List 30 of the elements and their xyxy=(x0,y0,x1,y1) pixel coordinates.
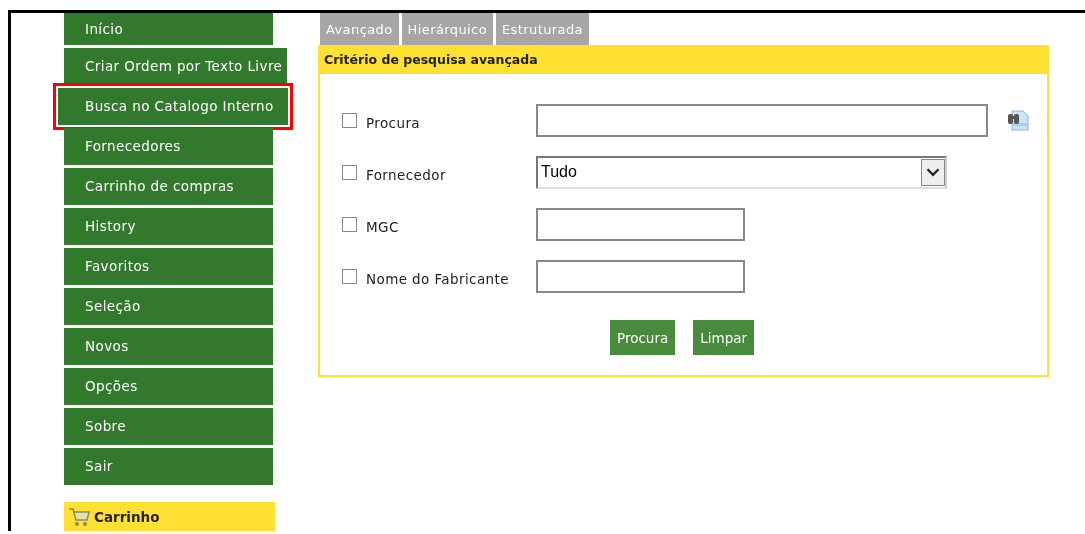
field-label: MGC xyxy=(366,218,400,235)
cart-title: Carrinho xyxy=(94,508,160,525)
sidebar-item[interactable]: Sair xyxy=(64,448,273,485)
sidebar-item[interactable]: History xyxy=(64,208,273,245)
sidebar-item[interactable]: Início xyxy=(64,13,273,45)
input-field[interactable] xyxy=(536,207,745,241)
sidebar-item[interactable]: Criar Ordem por Texto Livre xyxy=(64,48,287,85)
field-label: Nome do Fabricante xyxy=(366,270,510,287)
checkbox[interactable] xyxy=(342,216,357,232)
field-label: Procura xyxy=(366,114,422,131)
action-button[interactable]: Procura xyxy=(610,320,676,355)
supplier-dropdown[interactable]: Tudo xyxy=(536,155,947,189)
sidebar-item[interactable]: Novos xyxy=(64,328,273,365)
checkbox[interactable] xyxy=(342,112,357,128)
input-field[interactable] xyxy=(536,259,745,293)
panel-title: Critério de pesquisa avançada xyxy=(320,45,1047,74)
sidebar-item[interactable]: Sobre xyxy=(64,408,273,445)
sidebar-item[interactable]: Seleção xyxy=(64,288,273,325)
sidebar-item[interactable]: Favoritos xyxy=(64,248,273,285)
checkbox[interactable] xyxy=(342,268,357,284)
input-field[interactable] xyxy=(536,103,988,137)
field-label: Fornecedor xyxy=(366,166,447,183)
checkbox[interactable] xyxy=(342,164,357,180)
sidebar-item[interactable]: Fornecedores xyxy=(64,128,273,165)
cart-icon xyxy=(68,506,90,527)
lookup-icon[interactable] xyxy=(1007,109,1030,131)
sidebar-item[interactable]: Carrinho de compras xyxy=(64,168,273,205)
sidebar-item[interactable]: Opções xyxy=(64,368,273,405)
caret-icon[interactable] xyxy=(921,158,945,186)
action-button[interactable]: Limpar xyxy=(693,320,755,355)
